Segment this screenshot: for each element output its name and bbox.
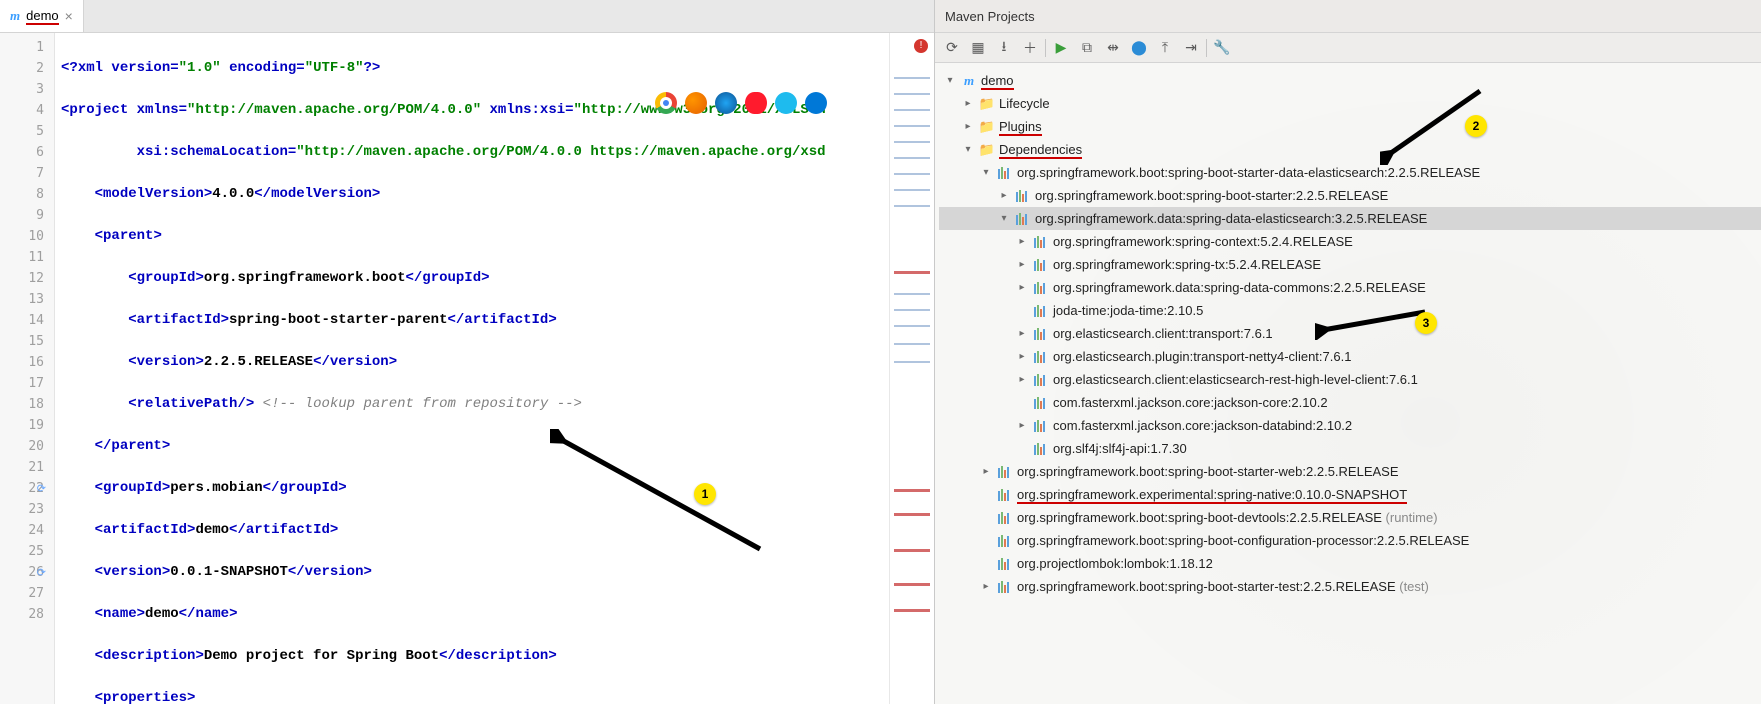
- dep-item[interactable]: ▸org.elasticsearch.client:elasticsearch-…: [939, 368, 1761, 391]
- offline-button[interactable]: ⬤: [1126, 35, 1152, 61]
- dep-item[interactable]: ▸org.springframework:spring-context:5.2.…: [939, 230, 1761, 253]
- minimap[interactable]: !: [889, 33, 934, 704]
- annotation-badge-3: 3: [1415, 312, 1437, 334]
- generate-sources-button[interactable]: ▦: [965, 35, 991, 61]
- dep-item[interactable]: ▸com.fasterxml.jackson.core:jackson-core…: [939, 391, 1761, 414]
- tree-dependencies[interactable]: ▾📁Dependencies: [939, 138, 1761, 161]
- gutter-hint-icon[interactable]: ⟳: [37, 562, 46, 583]
- ie-icon: [775, 92, 797, 114]
- edge-icon: [805, 92, 827, 114]
- close-icon[interactable]: ×: [65, 8, 73, 24]
- tab-demo[interactable]: m demo ×: [0, 0, 84, 32]
- chrome-icon: [655, 92, 677, 114]
- dep-item[interactable]: ▸org.slf4j:slf4j-api:1.7.30: [939, 437, 1761, 460]
- dep-item[interactable]: ▸org.springframework.experimental:spring…: [939, 483, 1761, 506]
- maven-toolbar: ⟳ ▦ ⭳ ＋ ▶ ⧉ ⇹ ⬤ ⤒ ⇥ 🔧: [935, 33, 1761, 63]
- dep-item[interactable]: ▸org.springframework.boot:spring-boot-st…: [939, 460, 1761, 483]
- dep-item[interactable]: ▸org.springframework.boot:spring-boot-co…: [939, 529, 1761, 552]
- dep-item[interactable]: ▸org.elasticsearch.plugin:transport-nett…: [939, 345, 1761, 368]
- run-button[interactable]: ▶: [1048, 35, 1074, 61]
- collapse-button[interactable]: ⇥: [1178, 35, 1204, 61]
- gutter-hint-icon[interactable]: ⟳: [37, 478, 46, 499]
- toggle-skip-button[interactable]: ⇹: [1100, 35, 1126, 61]
- download-button[interactable]: ⭳: [991, 35, 1017, 61]
- gutter: 123456789101112131415161718192021 22⟳ 23…: [0, 33, 55, 704]
- tab-strip: m demo ×: [0, 0, 934, 33]
- dep-item[interactable]: ▸org.springframework.data:spring-data-co…: [939, 276, 1761, 299]
- dep-item[interactable]: ▸org.projectlombok:lombok:1.18.12: [939, 552, 1761, 575]
- add-button[interactable]: ＋: [1017, 35, 1043, 61]
- ns-uri: http://maven.apache.org/POM/4.0.0: [195, 102, 472, 118]
- show-deps-button[interactable]: ⤒: [1152, 35, 1178, 61]
- dep-item[interactable]: ▸joda-time:joda-time:2.10.5: [939, 299, 1761, 322]
- tree-lifecycle[interactable]: ▸📁Lifecycle: [939, 92, 1761, 115]
- maven-tree[interactable]: ▾mdemo ▸📁Lifecycle ▸📁Plugins ▾📁Dependenc…: [935, 63, 1761, 704]
- tree-root[interactable]: ▾mdemo: [939, 69, 1761, 92]
- dep-item[interactable]: ▸org.springframework:spring-tx:5.2.4.REL…: [939, 253, 1761, 276]
- browser-icons-overlay: [655, 92, 827, 114]
- schema-loc: http://maven.apache.org/POM/4.0.0 https:…: [305, 144, 826, 160]
- dep-item[interactable]: ▸org.springframework.boot:spring-boot-de…: [939, 506, 1761, 529]
- annotation-badge-1: 1: [694, 483, 716, 505]
- dep-item[interactable]: ▸org.elasticsearch.client:transport:7.6.…: [939, 322, 1761, 345]
- dep-item[interactable]: ▸com.fasterxml.jackson.core:jackson-data…: [939, 414, 1761, 437]
- maven-title: Maven Projects: [935, 0, 1761, 33]
- refresh-button[interactable]: ⟳: [939, 35, 965, 61]
- tree-plugins[interactable]: ▸📁Plugins: [939, 115, 1761, 138]
- dep-item-selected[interactable]: ▾org.springframework.data:spring-data-el…: [939, 207, 1761, 230]
- error-indicator-icon[interactable]: !: [914, 39, 928, 53]
- dep-item[interactable]: ▸org.springframework.boot:spring-boot-st…: [939, 184, 1761, 207]
- annotation-badge-2: 2: [1465, 115, 1487, 137]
- settings-button[interactable]: 🔧: [1209, 35, 1235, 61]
- dep-item[interactable]: ▸org.springframework.boot:spring-boot-st…: [939, 575, 1761, 598]
- opera-icon: [745, 92, 767, 114]
- editor-area: m demo × 1234567891011121314151617181920…: [0, 0, 935, 704]
- tab-label: demo: [26, 8, 59, 25]
- maven-file-icon: m: [10, 8, 20, 24]
- firefox-icon: [685, 92, 707, 114]
- editor-body: 123456789101112131415161718192021 22⟳ 23…: [0, 33, 934, 704]
- execute-button[interactable]: ⧉: [1074, 35, 1100, 61]
- code-area[interactable]: <?xml version="1.0" encoding="UTF-8"?> <…: [55, 33, 889, 704]
- maven-panel: Maven Projects ⟳ ▦ ⭳ ＋ ▶ ⧉ ⇹ ⬤ ⤒ ⇥ 🔧 ▾md…: [935, 0, 1761, 704]
- dep-item[interactable]: ▾org.springframework.boot:spring-boot-st…: [939, 161, 1761, 184]
- safari-icon: [715, 92, 737, 114]
